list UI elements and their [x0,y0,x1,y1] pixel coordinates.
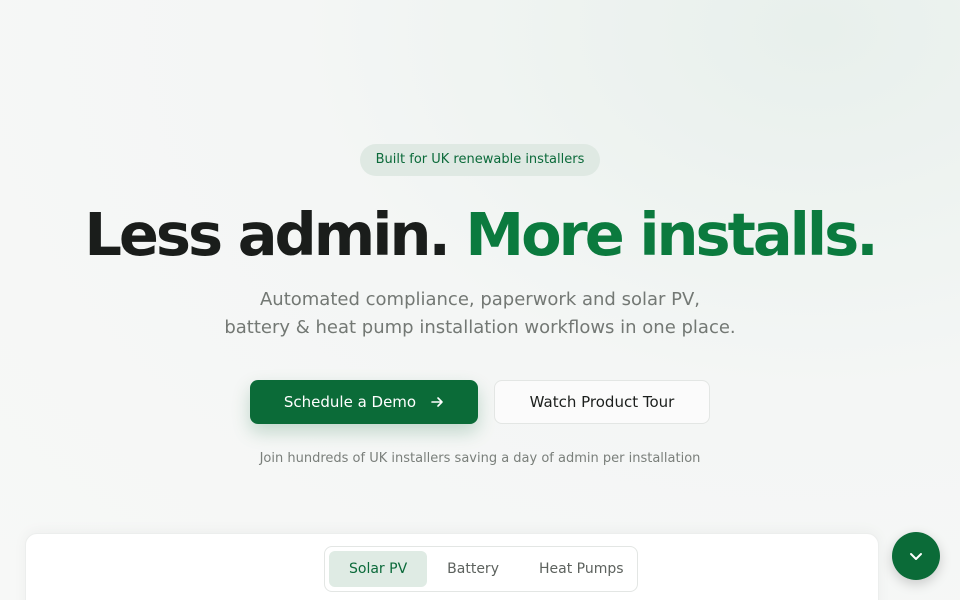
hero-headline: Less admin. More installs. [84,200,878,270]
social-proof-text: Join hundreds of UK installers saving a … [259,451,701,466]
arrow-right-icon [431,397,443,407]
hero-subtitle: Automated compliance, paperwork and sola… [160,286,800,342]
schedule-demo-button[interactable]: Schedule a Demo [250,380,478,424]
hero-badge: Built for UK renewable installers [359,144,601,176]
schedule-demo-label: Schedule a Demo [283,393,417,411]
tab-heat-pumps[interactable]: Heat Pumps [519,551,644,587]
product-preview-panel: Solar PV Battery Heat Pumps [25,533,879,600]
watch-product-tour-label: Watch Product Tour [529,393,675,411]
cta-row: Schedule a Demo Watch Product Tour [250,380,710,424]
hero-section: Built for UK renewable installers Less a… [0,0,960,520]
subtitle-line-1: Automated compliance, paperwork and sola… [259,289,700,310]
chat-launcher-button[interactable] [892,532,940,580]
subtitle-line-2: battery & heat pump installation workflo… [224,317,736,338]
headline-green-part: More installs. [465,200,878,269]
watch-product-tour-button[interactable]: Watch Product Tour [494,380,710,424]
tab-battery[interactable]: Battery [427,551,519,587]
product-tabs: Solar PV Battery Heat Pumps [324,546,638,592]
headline-dark-part: Less admin. [84,200,451,269]
chevron-down-icon [910,553,922,560]
tab-solar-pv[interactable]: Solar PV [329,551,428,587]
